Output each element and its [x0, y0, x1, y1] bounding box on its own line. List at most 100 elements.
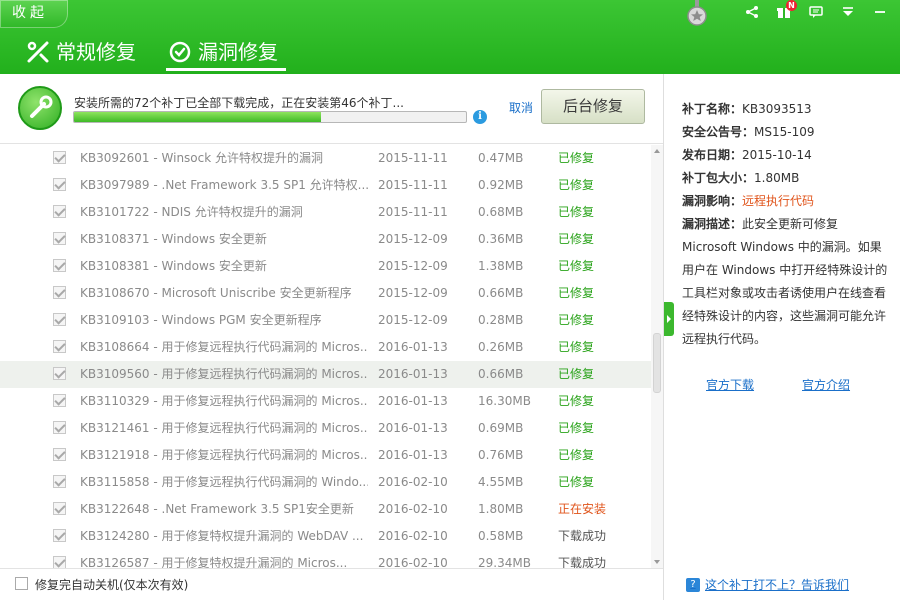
notification-badge: N	[786, 0, 797, 11]
patch-row[interactable]: KB3097989 - .Net Framework 3.5 SP1 允许特权.…	[0, 172, 651, 199]
auto-shutdown-label[interactable]: 修复完自动关机(仅本次有效)	[35, 576, 188, 593]
patch-row[interactable]: KB3124280 - 用于修复特权提升漏洞的 WebDAV ... 2016-0…	[0, 523, 651, 550]
patch-date: 2016-02-10	[378, 529, 448, 543]
patch-size: 0.76MB	[478, 448, 524, 462]
patch-checkbox[interactable]	[53, 340, 66, 353]
message-icon[interactable]	[806, 2, 826, 22]
scroll-up-arrow-icon[interactable]	[654, 149, 660, 153]
patch-name: KB3097989 - .Net Framework 3.5 SP1 允许特权.…	[80, 178, 368, 192]
list-scrollbar[interactable]	[651, 145, 663, 568]
patch-size: 1.80MB	[478, 502, 524, 516]
patch-date: 2015-12-09	[378, 259, 448, 273]
tab-vulnerability-label: 漏洞修复	[198, 40, 278, 64]
patch-date: 2015-11-11	[378, 178, 448, 192]
patch-checkbox[interactable]	[53, 448, 66, 461]
patch-name: KB3109560 - 用于修复远程执行代码漏洞的 Micros...	[80, 367, 368, 381]
detail-bulletin-label: 安全公告号：	[682, 125, 755, 139]
patch-row[interactable]: KB3108664 - 用于修复远程执行代码漏洞的 Micros... 2016-…	[0, 334, 651, 361]
patch-size: 0.26MB	[478, 340, 524, 354]
patch-checkbox[interactable]	[53, 421, 66, 434]
progress-message: 安装所需的72个补丁已全部下载完成，正在安装第46个补丁...	[74, 96, 404, 110]
scroll-thumb[interactable]	[653, 333, 661, 393]
patch-name: KB3122648 - .Net Framework 3.5 SP1安全更新	[80, 502, 354, 516]
detail-impact-row: 漏洞影响：远程执行代码	[682, 190, 892, 213]
official-download-link[interactable]: 官方下载	[706, 376, 754, 393]
patch-checkbox[interactable]	[53, 205, 66, 218]
patch-status: 已修复	[558, 340, 595, 354]
share-icon[interactable]	[742, 2, 762, 22]
scroll-down-arrow-icon[interactable]	[654, 560, 660, 564]
patch-row[interactable]: KB3110329 - 用于修复远程执行代码漏洞的 Micros... 2016-…	[0, 388, 651, 415]
detail-desc-value: 此安全更新可修复 Microsoft Windows 中的漏洞。如果用户在 Wi…	[682, 217, 888, 346]
detail-date-value: 2015-10-14	[742, 148, 812, 162]
patch-size: 0.92MB	[478, 178, 524, 192]
patch-row[interactable]: KB3121461 - 用于修复远程执行代码漏洞的 Micros... 2016-…	[0, 415, 651, 442]
patch-row[interactable]: KB3108381 - Windows 安全更新 2015-12-09 1.38MB…	[0, 253, 651, 280]
wrench-icon	[18, 86, 62, 130]
window-controls: N	[742, 0, 890, 22]
patch-checkbox[interactable]	[53, 313, 66, 326]
menu-icon[interactable]	[838, 2, 858, 22]
patch-checkbox[interactable]	[53, 475, 66, 488]
patch-date: 2015-12-09	[378, 313, 448, 327]
patch-name: KB3124280 - 用于修复特权提升漏洞的 WebDAV ...	[80, 529, 364, 543]
detail-date-row: 发布日期：2015-10-14	[682, 144, 892, 167]
patch-checkbox[interactable]	[53, 529, 66, 542]
patch-name: KB3115858 - 用于修复远程执行代码漏洞的 Windo...	[80, 475, 368, 489]
detail-desc-label: 漏洞描述：	[682, 217, 743, 231]
header-bar: 收起 常规修复 漏洞修复 N	[0, 0, 900, 74]
patch-row[interactable]: KB3126587 - 用于修复特权提升漏洞的 Micros... 2016-02…	[0, 550, 651, 568]
patch-name: KB3108664 - 用于修复远程执行代码漏洞的 Micros...	[80, 340, 368, 354]
patch-date: 2016-02-10	[378, 556, 448, 568]
feedback-link[interactable]: ? 这个补丁打不上？告诉我们	[686, 576, 849, 593]
patch-status: 下载成功	[558, 529, 607, 543]
patch-row[interactable]: KB3108371 - Windows 安全更新 2015-12-09 0.36MB…	[0, 226, 651, 253]
patch-name: KB3109103 - Windows PGM 安全更新程序	[80, 313, 322, 327]
detail-bulletin-row: 安全公告号：MS15-109	[682, 121, 892, 144]
collapse-panel-arrow-icon[interactable]	[664, 302, 674, 336]
official-intro-link[interactable]: 官方介绍	[802, 376, 850, 393]
patch-name: KB3108371 - Windows 安全更新	[80, 232, 267, 246]
patch-row[interactable]: KB3122648 - .Net Framework 3.5 SP1安全更新 20…	[0, 496, 651, 523]
patch-checkbox[interactable]	[53, 151, 66, 164]
minimize-icon[interactable]	[870, 2, 890, 22]
patch-row[interactable]: KB3108670 - Microsoft Uniscribe 安全更新程序 20…	[0, 280, 651, 307]
tools-icon	[27, 41, 49, 63]
tab-regular-repair[interactable]: 常规修复	[26, 36, 136, 68]
patch-checkbox[interactable]	[53, 259, 66, 272]
patch-checkbox[interactable]	[53, 502, 66, 515]
patch-name: KB3108381 - Windows 安全更新	[80, 259, 267, 273]
patch-status: 已修复	[558, 286, 595, 300]
patch-checkbox[interactable]	[53, 556, 66, 568]
cancel-link[interactable]: 取消	[509, 99, 533, 116]
patch-date: 2015-11-11	[378, 205, 448, 219]
patch-status: 已修复	[558, 178, 595, 192]
patch-row[interactable]: KB3101722 - NDIS 允许特权提升的漏洞 2015-11-11 0.68…	[0, 199, 651, 226]
patch-name: KB3126587 - 用于修复特权提升漏洞的 Micros...	[80, 556, 348, 568]
background-repair-button[interactable]: 后台修复	[541, 89, 645, 124]
info-icon[interactable]: i	[473, 110, 487, 124]
detail-impact-label: 漏洞影响：	[682, 194, 743, 208]
collapse-button[interactable]: 收起	[0, 0, 68, 28]
patch-size: 1.38MB	[478, 259, 524, 273]
patch-checkbox[interactable]	[53, 367, 66, 380]
patch-date: 2016-01-13	[378, 367, 448, 381]
patch-row[interactable]: KB3092601 - Winsock 允许特权提升的漏洞 2015-11-11 0…	[0, 145, 651, 172]
patch-row[interactable]: KB3121918 - 用于修复远程执行代码漏洞的 Micros... 2016-…	[0, 442, 651, 469]
gift-icon[interactable]: N	[774, 0, 797, 22]
patch-date: 2016-01-13	[378, 340, 448, 354]
panel-divider	[663, 74, 664, 600]
patch-status: 已修复	[558, 259, 595, 273]
auto-shutdown-checkbox[interactable]	[15, 577, 28, 590]
patch-checkbox[interactable]	[53, 232, 66, 245]
patch-checkbox[interactable]	[53, 178, 66, 191]
tab-vulnerability-repair[interactable]: 漏洞修复	[168, 36, 278, 68]
medal-icon[interactable]	[686, 0, 708, 26]
patch-size: 0.36MB	[478, 232, 524, 246]
patch-row[interactable]: KB3109560 - 用于修复远程执行代码漏洞的 Micros... 2016-…	[0, 361, 651, 388]
patch-checkbox[interactable]	[53, 394, 66, 407]
patch-row[interactable]: KB3115858 - 用于修复远程执行代码漏洞的 Windo... 2016-0…	[0, 469, 651, 496]
patch-row[interactable]: KB3109103 - Windows PGM 安全更新程序 2015-12-09…	[0, 307, 651, 334]
patch-checkbox[interactable]	[53, 286, 66, 299]
patch-date: 2016-02-10	[378, 475, 448, 489]
